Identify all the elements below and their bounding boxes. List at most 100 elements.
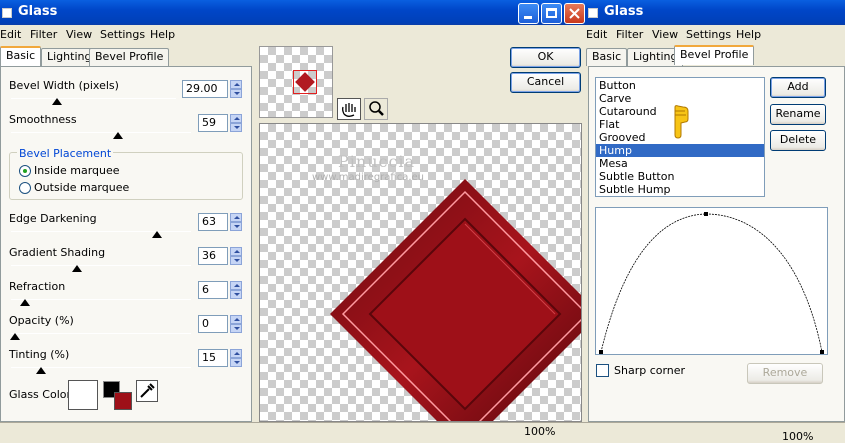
watermark-url: www.madiregrafica.eu [312, 172, 425, 183]
gradient-shading-spinner[interactable] [230, 247, 242, 265]
hand-icon [342, 103, 356, 117]
profile-window-titlebar: Glass [586, 0, 845, 25]
zoom-readout: 100% [524, 425, 556, 438]
sharp-corner-label[interactable]: Sharp corner [614, 364, 685, 377]
glass-preview-image [330, 179, 581, 421]
menu-edit[interactable]: Edit [0, 28, 21, 41]
menu-edit[interactable]: Edit [586, 28, 607, 41]
tab-basic[interactable]: Basic [0, 46, 42, 66]
zoom-readout-right: 100% [782, 430, 814, 443]
edge-darkening-thumb[interactable] [152, 231, 162, 238]
pointing-hand-icon [674, 105, 689, 139]
menu-help[interactable]: Help [736, 28, 761, 41]
window-icon [588, 8, 598, 18]
list-item[interactable]: Mesa [596, 157, 764, 170]
bevel-width-spinner[interactable] [230, 80, 242, 98]
refraction-field[interactable]: 6 [198, 281, 228, 299]
glass-color-label: Glass Color [9, 388, 71, 401]
main-titlebar: Glass [0, 0, 590, 25]
statusbar [0, 422, 845, 439]
menu-view[interactable]: View [652, 28, 678, 41]
menu-view[interactable]: View [66, 28, 92, 41]
list-item[interactable]: Button [596, 79, 764, 92]
gradient-shading-label: Gradient Shading [9, 246, 106, 259]
smoothness-thumb[interactable] [113, 132, 123, 139]
opacity-field[interactable]: 0 [198, 315, 228, 333]
minimize-icon [524, 16, 532, 19]
list-item[interactable]: Subtle Hump [596, 183, 764, 196]
tinting-spinner[interactable] [230, 349, 242, 367]
magnifier-icon [369, 101, 384, 116]
bevel-width-thumb[interactable] [52, 98, 62, 105]
edge-darkening-spinner[interactable] [230, 213, 242, 231]
tab-basic[interactable]: Basic [586, 48, 628, 66]
outside-marquee-label[interactable]: Outside marquee [34, 181, 129, 194]
outside-marquee-radio[interactable] [19, 182, 31, 194]
sharp-corner-checkbox[interactable] [596, 364, 609, 377]
refraction-spinner[interactable] [230, 281, 242, 299]
edge-darkening-track[interactable] [11, 231, 191, 232]
opacity-spinner[interactable] [230, 315, 242, 333]
add-button[interactable]: Add [770, 77, 826, 98]
close-icon [569, 8, 580, 19]
zoom-tool-button[interactable] [364, 98, 388, 120]
bevel-profile-panel: Button Carve Cutaround Flat Grooved Hump… [588, 66, 845, 422]
tab-bevel-profile[interactable]: Bevel Profile [89, 48, 170, 66]
maximize-button[interactable] [541, 3, 562, 24]
menu-settings[interactable]: Settings [100, 28, 145, 41]
menubar: Edit Filter View Settings Help [0, 25, 590, 44]
edge-darkening-label: Edge Darkening [9, 212, 97, 225]
smoothness-spinner[interactable] [230, 114, 242, 132]
smoothness-track[interactable] [11, 132, 191, 133]
remove-button[interactable]: Remove [747, 363, 823, 384]
menu-settings[interactable]: Settings [686, 28, 731, 41]
gradient-shading-field[interactable]: 36 [198, 247, 228, 265]
bevel-width-label: Bevel Width (pixels) [9, 79, 119, 92]
tab-bevel-profile[interactable]: Bevel Profile [674, 45, 755, 65]
opacity-label: Opacity (%) [9, 314, 74, 327]
window-title: Glass [18, 4, 58, 19]
window-icon [2, 8, 12, 18]
opacity-track[interactable] [11, 333, 191, 334]
watermark-title: Pinuccia [338, 152, 416, 171]
bevel-placement-label: Bevel Placement [17, 147, 114, 160]
list-item[interactable]: Subtle Button [596, 170, 764, 183]
list-item-selected[interactable]: Hump [596, 144, 764, 157]
tinting-thumb[interactable] [36, 367, 46, 374]
smoothness-field[interactable]: 59 [198, 114, 228, 132]
opacity-thumb[interactable] [10, 333, 20, 340]
gradient-shading-thumb[interactable] [72, 265, 82, 272]
refraction-thumb[interactable] [20, 299, 30, 306]
maximize-icon [546, 8, 557, 18]
edge-darkening-field[interactable]: 63 [198, 213, 228, 231]
basic-panel: Bevel Width (pixels) 29.00 Smoothness 59… [0, 66, 252, 422]
delete-button[interactable]: Delete [770, 130, 826, 151]
cancel-button[interactable]: Cancel [510, 72, 581, 93]
window-title: Glass [604, 4, 644, 19]
preview-canvas[interactable]: Pinuccia www.madiregrafica.eu [259, 123, 582, 422]
minimize-button[interactable] [518, 3, 539, 24]
close-button[interactable] [564, 3, 585, 24]
eyedropper-button[interactable] [136, 380, 158, 402]
profile-curve [599, 212, 824, 354]
gradient-shading-track[interactable] [11, 265, 191, 266]
menu-filter[interactable]: Filter [30, 28, 57, 41]
inside-marquee-radio[interactable] [19, 165, 31, 177]
rename-button[interactable]: Rename [770, 104, 826, 125]
inside-marquee-label[interactable]: Inside marquee [34, 164, 120, 177]
tinting-field[interactable]: 15 [198, 349, 228, 367]
list-item[interactable]: Carve [596, 92, 764, 105]
menu-help[interactable]: Help [150, 28, 175, 41]
profile-curve-editor[interactable] [595, 207, 828, 355]
glass-color-swatch[interactable] [68, 380, 98, 410]
menu-filter[interactable]: Filter [616, 28, 643, 41]
refraction-track[interactable] [11, 299, 191, 300]
bevel-width-track[interactable] [11, 98, 176, 99]
ok-button[interactable]: OK [510, 47, 581, 68]
eyedropper-icon [140, 383, 155, 398]
pan-tool-button[interactable] [337, 98, 361, 120]
refraction-label: Refraction [9, 280, 66, 293]
navigator-thumbnail[interactable] [259, 46, 333, 118]
bevel-width-field[interactable]: 29.00 [182, 80, 228, 98]
background-color-swatch[interactable] [114, 392, 132, 410]
